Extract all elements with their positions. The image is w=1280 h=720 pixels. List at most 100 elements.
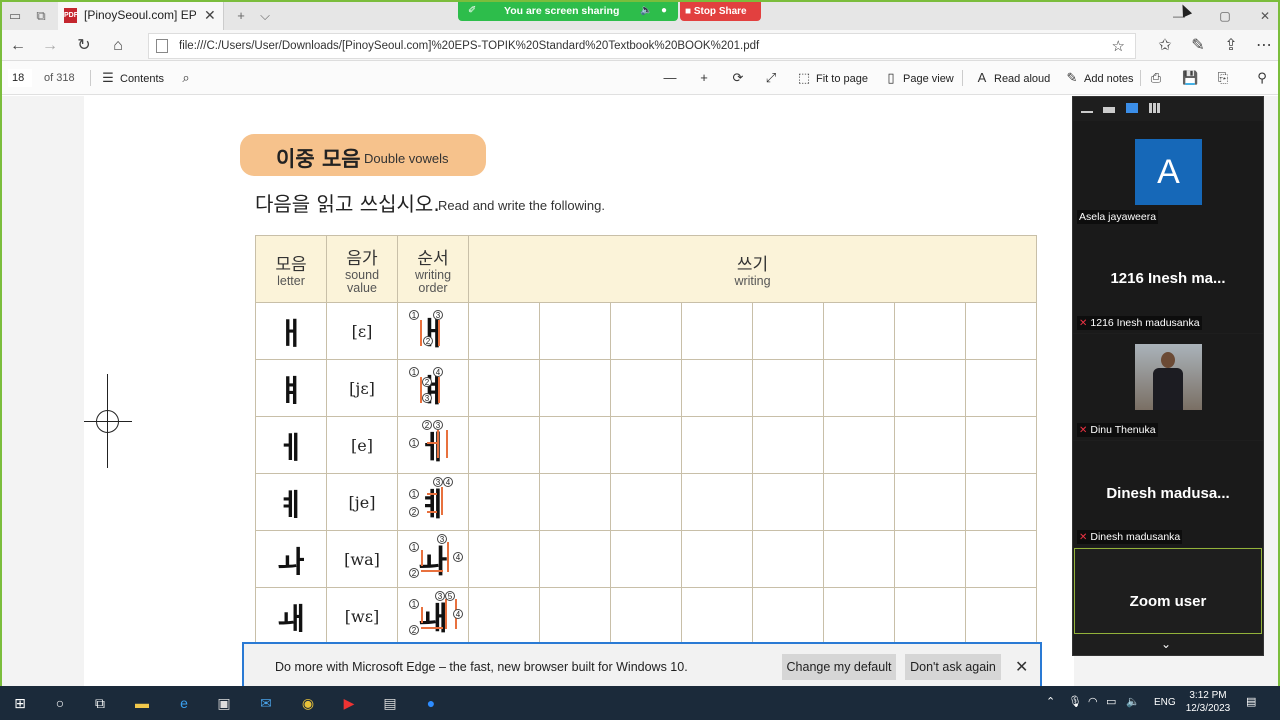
participant-tile[interactable]: ✕ Dinu Thenuka [1073, 334, 1263, 440]
url-field[interactable]: file:///C:/Users/User/Downloads/[PinoySe… [148, 33, 1136, 59]
youtube-icon[interactable]: ▶ [339, 693, 359, 713]
pin-toolbar-button[interactable]: ⚲ [1254, 69, 1274, 87]
favorite-star-icon[interactable]: ☆ [1112, 37, 1125, 55]
fit-icon: ⬚ [797, 70, 811, 85]
edge-icon[interactable]: e [174, 693, 194, 713]
screen-sharing-banner: ✐ You are screen sharing 🔈 ● [458, 2, 678, 21]
participant-name-muted: ✕ 1216 Inesh madusanka [1077, 316, 1202, 330]
home-icon[interactable]: ⌂ [108, 36, 128, 56]
read-aloud-button[interactable]: A Read aloud [974, 69, 1051, 87]
notes-pen-icon[interactable]: ✎ [1188, 36, 1208, 56]
chevron-down-icon[interactable]: ⌄ [1161, 637, 1171, 651]
header-sound: 음가 sound value [326, 235, 398, 303]
set-aside-tabs-icon[interactable]: ⧉ [32, 7, 50, 25]
volume-icon[interactable]: 🔈 [1126, 695, 1140, 708]
writing-practice-cell [539, 302, 611, 360]
share-icon[interactable]: ⇪ [1221, 36, 1241, 56]
save-button[interactable]: 💾 [1182, 69, 1202, 87]
stroke-number: 2 [409, 625, 419, 635]
screen-sharing-text: You are screen sharing [504, 5, 620, 17]
tab-preview-chevron-icon[interactable]: ⌵ [256, 7, 274, 25]
page-number-input[interactable]: 18 [8, 69, 32, 87]
sound-value: [wɛ] [326, 587, 398, 645]
refresh-icon[interactable]: ↻ [74, 36, 94, 56]
participant-tile[interactable]: A Asela jayaweera [1073, 121, 1263, 227]
search-button[interactable]: ⌕ [178, 69, 198, 87]
language-indicator[interactable]: ENG [1154, 697, 1176, 708]
writing-practice-cell [468, 359, 540, 417]
stop-share-button[interactable]: ■ Stop Share [680, 2, 761, 21]
writing-practice-cell [752, 416, 824, 474]
audio-icon[interactable]: 🔈 [640, 5, 652, 16]
zoom-app-icon[interactable]: ● [421, 693, 441, 713]
add-notes-button[interactable]: ✎ Add notes [1064, 69, 1134, 87]
change-default-button[interactable]: Change my default [782, 654, 896, 680]
search-icon[interactable]: ○ [50, 693, 70, 713]
close-icon[interactable]: ✕ [1015, 657, 1028, 677]
clock-date[interactable]: 12/3/2023 [1184, 703, 1232, 714]
forward-arrow-icon[interactable]: → [40, 36, 60, 56]
microphone-icon[interactable]: 🎙 [1068, 695, 1082, 708]
avatar: A [1135, 139, 1202, 205]
save-as-button[interactable]: ⎘ [1215, 69, 1235, 87]
fullscreen-button[interactable]: ⤢ [763, 69, 783, 87]
contents-button[interactable]: ☰ Contents [100, 69, 164, 87]
rotate-icon: ⟳ [732, 70, 744, 85]
new-tab-icon[interactable]: + [232, 7, 250, 25]
app-icon[interactable]: ▤ [380, 693, 400, 713]
stroke-arrow [437, 430, 439, 458]
more-icon[interactable]: ⋯ [1254, 36, 1274, 56]
tray-chevron-icon[interactable]: ⌃ [1046, 695, 1055, 708]
notifications-icon[interactable]: ▤ [1246, 695, 1256, 708]
fit-to-page-button[interactable]: ⬚ Fit to page [796, 69, 868, 87]
file-explorer-icon[interactable]: ▬ [132, 693, 152, 713]
print-button[interactable]: ⎙ [1148, 69, 1168, 87]
rotate-button[interactable]: ⟳ [730, 69, 750, 87]
task-view-icon[interactable]: ⧉ [90, 693, 110, 713]
zoom-out-button[interactable]: — [662, 69, 682, 87]
windows-start-icon[interactable]: ⊞ [10, 693, 30, 713]
back-arrow-icon[interactable]: ← [8, 36, 28, 56]
stroke-number: 4 [453, 552, 463, 562]
close-window-button[interactable]: ✕ [1242, 6, 1278, 26]
strip-view-icon[interactable] [1103, 107, 1115, 113]
header-ko: 모음 [275, 255, 307, 275]
read-aloud-label: Read aloud [994, 73, 1051, 85]
participant-name-muted: ✕ Dinu Thenuka [1077, 423, 1158, 437]
vowel-table: 모음 letter 음가 sound value 순서 writing order 쓰… [255, 235, 1037, 645]
stroke-order-diagram: ㅘ3124 [403, 534, 463, 584]
writing-practice-cell [965, 416, 1037, 474]
writing-practice-cell [752, 359, 824, 417]
stroke-number: 1 [409, 489, 419, 499]
participant-tile-active[interactable]: Zoom user [1074, 548, 1262, 634]
stroke-number: 3 [433, 310, 443, 320]
mail-icon[interactable]: ✉ [256, 693, 276, 713]
participant-name-muted: ✕ Dinesh madusanka [1077, 530, 1183, 544]
tab-close-icon[interactable]: ✕ [204, 7, 216, 24]
pin-icon[interactable]: ✐ [468, 5, 476, 16]
stroke-number: 3 [433, 420, 443, 430]
participant-tile[interactable]: Dinesh madusa... ✕ Dinesh madusanka [1073, 441, 1263, 547]
store-icon[interactable]: ▣ [214, 693, 234, 713]
stroke-order-diagram: ㅖ34 1 2 [403, 477, 463, 527]
dont-ask-again-button[interactable]: Don't ask again [905, 654, 1001, 680]
participant-name: Asela jayaweera [1077, 210, 1159, 224]
page-view-button[interactable]: ▯ Page view [883, 69, 953, 87]
header-writing: 쓰기 writing [468, 235, 1037, 303]
speaker-view-icon[interactable] [1126, 103, 1138, 113]
zoom-in-button[interactable]: + [696, 69, 716, 87]
writing-practice-cell [894, 587, 966, 645]
clock-time[interactable]: 3:12 PM [1184, 689, 1232, 702]
gallery-view-icon[interactable] [1149, 103, 1161, 113]
participant-tile[interactable]: 1216 Inesh ma... ✕ 1216 Inesh madusanka [1073, 227, 1263, 333]
header-en: writing order [414, 267, 452, 295]
battery-icon[interactable]: ▭ [1106, 695, 1116, 708]
chrome-icon[interactable]: ◉ [298, 693, 318, 713]
writing-practice-cell [468, 473, 540, 531]
writing-practice-cell [965, 302, 1037, 360]
wifi-icon[interactable]: ◠ [1088, 695, 1098, 708]
tab-actions-icon[interactable]: ▭ [6, 7, 24, 25]
minimize-view-icon[interactable] [1081, 107, 1093, 113]
favorites-icon[interactable]: ✩ [1155, 36, 1175, 56]
tab-pdf[interactable]: PDF [PinoySeoul.com] EPS-T ✕ [58, 2, 224, 30]
